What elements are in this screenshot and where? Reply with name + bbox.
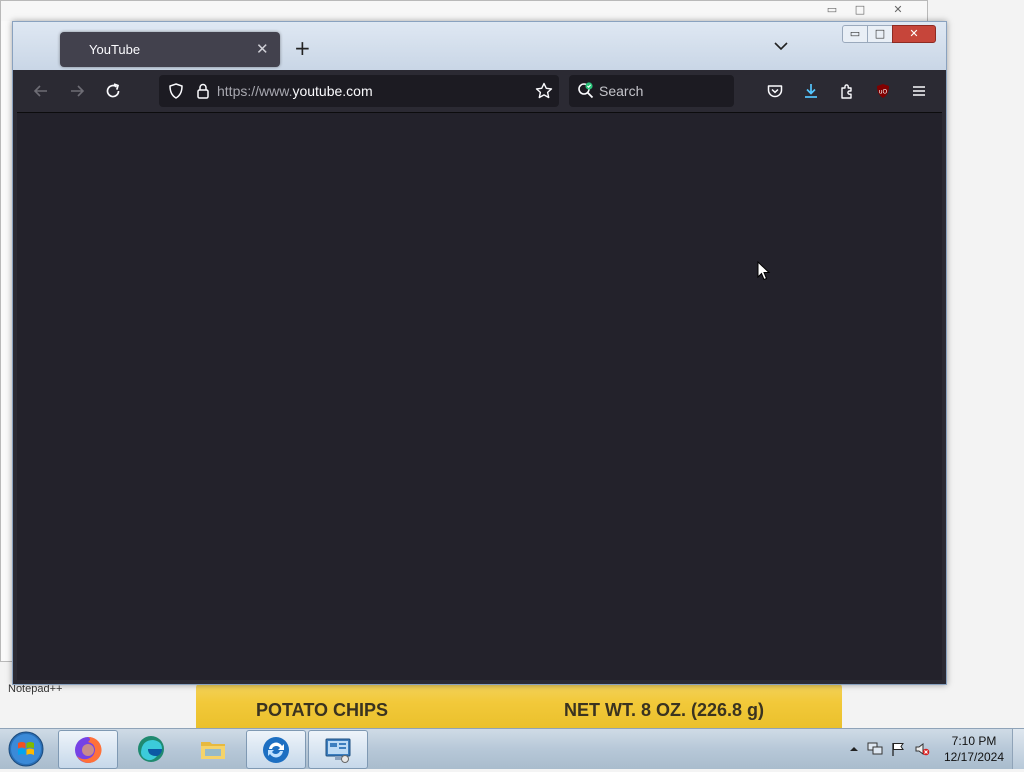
tab-youtube[interactable]: YouTube ✕ bbox=[60, 32, 280, 67]
sync-icon bbox=[261, 735, 291, 765]
extensions-puzzle-icon[interactable] bbox=[837, 81, 857, 101]
browser-window[interactable]: ▭ □ ✕ YouTube ✕ + https://www.youtube.co… bbox=[12, 21, 947, 685]
url-host: youtube.com bbox=[292, 83, 373, 99]
background-window-titlebar[interactable]: ▭ □ ✕ bbox=[1, 1, 927, 21]
taskbar-edge[interactable] bbox=[122, 730, 180, 767]
taskbar: 7:10 PM 12/17/2024 bbox=[0, 728, 1024, 769]
clock-time[interactable]: 7:10 PM bbox=[936, 734, 1012, 748]
edge-icon bbox=[136, 734, 166, 764]
action-center-flag-icon[interactable] bbox=[890, 741, 906, 757]
taskbar-remote-desktop[interactable] bbox=[308, 730, 368, 769]
search-placeholder: Search bbox=[599, 83, 644, 99]
maximize-button[interactable]: □ bbox=[867, 25, 893, 43]
background-maximize-button[interactable]: □ bbox=[847, 3, 873, 17]
clock-date[interactable]: 12/17/2024 bbox=[936, 750, 1012, 764]
url-text[interactable]: https://www.youtube.com bbox=[217, 83, 373, 99]
mouse-cursor-icon bbox=[757, 260, 771, 281]
show-desktop-button[interactable] bbox=[1012, 729, 1024, 769]
remote-desktop-icon bbox=[323, 735, 353, 765]
taskbar-firefox[interactable] bbox=[58, 730, 118, 769]
taskbar-file-explorer[interactable] bbox=[184, 730, 242, 767]
banner-text-right: NET WT. 8 OZ. (226.8 g) bbox=[564, 700, 765, 720]
tab-strip[interactable]: ▭ □ ✕ YouTube ✕ + bbox=[13, 22, 946, 70]
file-explorer-icon bbox=[198, 734, 228, 764]
page-content[interactable] bbox=[17, 113, 942, 680]
svg-text:uO: uO bbox=[879, 89, 888, 96]
start-button[interactable] bbox=[6, 730, 46, 768]
minimize-button[interactable]: ▭ bbox=[842, 25, 868, 43]
url-prefix: https://www. bbox=[217, 83, 293, 99]
downloads-icon[interactable] bbox=[801, 81, 821, 101]
tab-close-icon[interactable]: ✕ bbox=[256, 40, 269, 58]
taskbar-sync-app[interactable] bbox=[246, 730, 306, 769]
tab-title: YouTube bbox=[89, 42, 141, 57]
background-minimize-button[interactable]: ▭ bbox=[819, 3, 845, 17]
url-bar[interactable]: https://www.youtube.com bbox=[159, 75, 559, 107]
forward-arrow-icon[interactable] bbox=[67, 81, 87, 101]
ublock-origin-icon[interactable]: uO bbox=[873, 81, 893, 101]
banner-text-left: POTATO CHIPS bbox=[256, 700, 389, 720]
network-icon[interactable] bbox=[867, 741, 883, 757]
lock-icon[interactable] bbox=[193, 81, 213, 101]
hamburger-menu-icon[interactable] bbox=[909, 81, 929, 101]
reload-icon[interactable] bbox=[103, 81, 123, 101]
new-tab-button[interactable]: + bbox=[294, 38, 311, 58]
volume-muted-icon[interactable] bbox=[914, 741, 930, 757]
firefox-icon bbox=[73, 735, 103, 765]
search-icon bbox=[576, 81, 596, 101]
back-arrow-icon[interactable] bbox=[31, 81, 51, 101]
close-button[interactable]: ✕ bbox=[892, 25, 936, 43]
show-hidden-icons-icon[interactable] bbox=[846, 741, 862, 757]
search-bar[interactable]: Search bbox=[569, 75, 734, 107]
bookmark-star-icon[interactable] bbox=[534, 81, 554, 101]
navigation-toolbar: https://www.youtube.com Search uO bbox=[17, 70, 942, 113]
tracking-shield-icon[interactable] bbox=[166, 81, 186, 101]
pocket-icon[interactable] bbox=[765, 81, 785, 101]
chevron-down-icon[interactable] bbox=[773, 38, 789, 54]
background-close-button[interactable]: ✕ bbox=[885, 3, 911, 17]
